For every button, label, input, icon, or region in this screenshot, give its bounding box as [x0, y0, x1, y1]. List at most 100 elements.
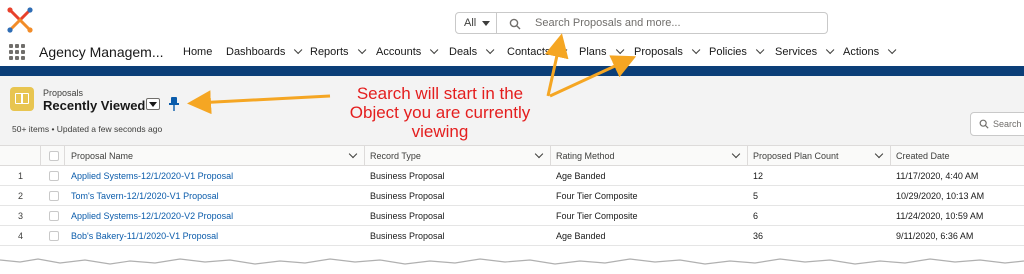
- row-checkbox[interactable]: [49, 211, 59, 221]
- nav-item-label: Plans: [579, 46, 607, 58]
- annotation-line-1: Search will start in the: [356, 84, 524, 103]
- nav-item-reports[interactable]: Reports: [310, 45, 366, 58]
- chevron-down-icon[interactable]: [874, 149, 884, 159]
- row-number: 2: [18, 191, 24, 201]
- plan-count-cell: 6: [753, 211, 759, 221]
- chevron-down-icon[interactable]: [534, 149, 544, 159]
- search-scope-dropdown[interactable]: All: [455, 12, 497, 34]
- list-search-input[interactable]: Search: [970, 112, 1024, 136]
- chevron-down-icon[interactable]: [486, 45, 495, 55]
- column-divider: [747, 146, 748, 166]
- select-all-checkbox[interactable]: [49, 151, 59, 161]
- proposal-name-link[interactable]: Tom's Tavern-12/1/2020-V1 Proposal: [71, 191, 219, 201]
- rating-method-cell: Age Banded: [556, 171, 606, 181]
- record-type-cell: Business Proposal: [370, 171, 445, 181]
- record-type-cell: Business Proposal: [370, 231, 445, 241]
- nav-item-label: Policies: [709, 46, 747, 58]
- nav-item-accounts[interactable]: Accounts: [376, 45, 439, 58]
- plan-count-cell: 5: [753, 191, 759, 201]
- chevron-down-icon[interactable]: [755, 45, 765, 55]
- list-view-name[interactable]: Recently Viewed: [43, 98, 145, 113]
- table-row: 4 Bob's Bakery-11/1/2020-V1 Proposal Bus…: [0, 226, 1024, 246]
- proposals-object-icon: [10, 87, 34, 111]
- navigation-bar: Agency Managem... Home Dashboards Report…: [0, 40, 1024, 66]
- global-search-placeholder: Search Proposals and more...: [535, 17, 681, 29]
- record-type-cell: Business Proposal: [370, 211, 445, 221]
- nav-item-proposals[interactable]: Proposals: [634, 45, 701, 58]
- proposal-name-link[interactable]: Applied Systems-12/1/2020-V2 Proposal: [71, 211, 233, 221]
- nav-item-contacts[interactable]: Contacts: [507, 45, 568, 58]
- nav-item-policies[interactable]: Policies: [709, 45, 765, 58]
- nav-item-label: Dashboards: [226, 46, 286, 58]
- created-date-cell: 10/29/2020, 10:13 AM: [896, 191, 985, 201]
- record-type-cell: Business Proposal: [370, 191, 445, 201]
- row-number: 3: [18, 211, 24, 221]
- app-name: Agency Managem...: [39, 44, 164, 60]
- search-icon: [509, 18, 521, 30]
- annotation-line-2: Object you are currently: [349, 103, 531, 122]
- global-header: All Search Proposals and more...: [0, 0, 1024, 40]
- row-checkbox[interactable]: [49, 171, 59, 181]
- chevron-down-icon[interactable]: [691, 45, 701, 55]
- column-divider: [364, 146, 365, 166]
- created-date-cell: 9/11/2020, 6:36 AM: [896, 231, 974, 241]
- caret-down-icon: [482, 21, 490, 26]
- chevron-down-icon[interactable]: [357, 45, 366, 55]
- table-row: 3 Applied Systems-12/1/2020-V2 Proposal …: [0, 206, 1024, 226]
- chevron-down-icon[interactable]: [559, 45, 568, 55]
- brand-band: [0, 66, 1024, 76]
- table-header: Proposal Name Record Type Rating Method …: [0, 146, 1024, 166]
- nav-item-dashboards[interactable]: Dashboards: [226, 45, 303, 58]
- column-header-proposed-plan-count[interactable]: Proposed Plan Count: [753, 151, 839, 161]
- list-view-dropdown-icon[interactable]: [146, 98, 160, 110]
- company-logo-icon[interactable]: [6, 6, 34, 34]
- plan-count-cell: 36: [753, 231, 764, 241]
- nav-item-label: Contacts: [507, 46, 551, 58]
- proposal-name-link[interactable]: Applied Systems-12/1/2020-V1 Proposal: [71, 171, 233, 181]
- nav-item-services[interactable]: Services: [775, 45, 835, 58]
- chevron-down-icon[interactable]: [294, 45, 303, 55]
- nav-item-label: Actions: [843, 46, 880, 58]
- column-divider: [64, 146, 65, 166]
- plan-count-cell: 12: [753, 171, 764, 181]
- table-row: 1 Applied Systems-12/1/2020-V1 Proposal …: [0, 166, 1024, 186]
- column-divider: [40, 146, 41, 166]
- created-date-cell: 11/17/2020, 4:40 AM: [896, 171, 979, 181]
- chevron-down-icon[interactable]: [826, 45, 835, 55]
- search-scope-label: All: [464, 17, 477, 29]
- rating-method-cell: Four Tier Composite: [556, 211, 638, 221]
- chevron-down-icon[interactable]: [887, 45, 897, 55]
- column-header-rating-method[interactable]: Rating Method: [556, 151, 615, 161]
- global-search-input[interactable]: Search Proposals and more...: [497, 12, 828, 34]
- pin-icon[interactable]: [167, 96, 181, 112]
- proposal-name-link[interactable]: Bob's Bakery-11/1/2020-V1 Proposal: [71, 231, 218, 241]
- column-header-created-date[interactable]: Created Date: [896, 151, 950, 161]
- annotation-text: Search will start in the Object you are …: [300, 84, 580, 141]
- chevron-down-icon[interactable]: [615, 45, 624, 55]
- column-header-proposal-name[interactable]: Proposal Name: [71, 151, 133, 161]
- object-label: Proposals: [43, 88, 84, 98]
- annotation-line-3: viewing: [411, 122, 469, 141]
- column-divider: [890, 146, 891, 166]
- rating-method-cell: Age Banded: [556, 231, 606, 241]
- created-date-cell: 11/24/2020, 10:59 AM: [896, 211, 984, 221]
- nav-item-deals[interactable]: Deals: [449, 45, 495, 58]
- chevron-down-icon[interactable]: [430, 45, 439, 55]
- column-header-record-type[interactable]: Record Type: [370, 151, 421, 161]
- row-number: 4: [18, 231, 24, 241]
- list-search-placeholder: Search: [993, 119, 1022, 129]
- nav-item-label: Accounts: [376, 46, 422, 58]
- list-status-text: 50+ items • Updated a few seconds ago: [12, 124, 163, 134]
- nav-item-label: Deals: [449, 46, 478, 58]
- nav-item-label: Proposals: [634, 46, 683, 58]
- app-launcher-icon[interactable]: [9, 44, 25, 60]
- nav-item-actions[interactable]: Actions: [843, 45, 897, 58]
- nav-item-label: Services: [775, 46, 818, 58]
- row-checkbox[interactable]: [49, 191, 59, 201]
- nav-item-home[interactable]: Home: [183, 46, 212, 58]
- chevron-down-icon[interactable]: [731, 149, 741, 159]
- chevron-down-icon[interactable]: [348, 149, 358, 159]
- row-checkbox[interactable]: [49, 231, 59, 241]
- torn-edge-decoration: [0, 258, 1024, 274]
- nav-item-plans[interactable]: Plans: [579, 45, 624, 58]
